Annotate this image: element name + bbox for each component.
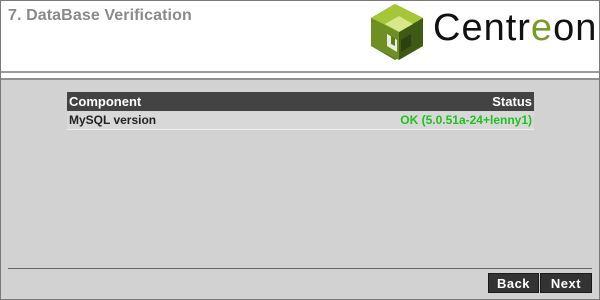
next-button[interactable]: Next <box>540 273 592 293</box>
installer-window: 7. DataBase Verification Centreon Compon… <box>0 0 600 300</box>
logo-text-end: on <box>553 7 598 49</box>
page-header: 7. DataBase Verification Centreon <box>1 1 599 71</box>
logo-text-start: Centr <box>433 7 531 49</box>
table-header-row: Component Status <box>67 92 534 111</box>
centreon-logo-icon <box>371 4 423 60</box>
status-cell: OK (5.0.51a-24+lenny1) <box>254 111 534 130</box>
component-cell: MySQL version <box>67 111 255 130</box>
header-divider-bottom <box>1 78 599 80</box>
back-button[interactable]: Back <box>488 273 539 293</box>
logo-wordmark: Centreon <box>433 7 597 50</box>
page-title: 7. DataBase Verification <box>8 7 192 24</box>
logo-text-accent: e <box>530 7 554 49</box>
column-header-component: Component <box>67 92 255 111</box>
table-row: MySQL version OK (5.0.51a-24+lenny1) <box>67 111 534 130</box>
column-header-status: Status <box>254 92 534 111</box>
verification-table: Component Status MySQL version OK (5.0.5… <box>67 92 534 130</box>
centreon-logo: Centreon <box>367 2 600 62</box>
footer-divider <box>8 268 592 269</box>
